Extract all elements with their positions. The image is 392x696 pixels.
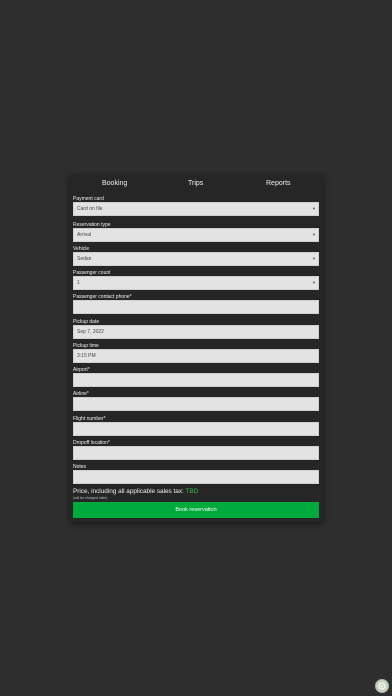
price-value: TBD	[185, 488, 199, 495]
tab-booking[interactable]: Booking	[102, 180, 127, 187]
help-button[interactable]	[375, 679, 389, 693]
reservation-type-value: Arrival	[77, 232, 92, 238]
chevron-down-icon: ▼	[312, 232, 316, 237]
pickup-time-field: Pickup time 3:15 PM	[73, 343, 319, 363]
flight-number-field: Flight number*	[73, 416, 319, 436]
passenger-count-value: 1	[77, 280, 80, 286]
pickup-date-field: Pickup date Sep 7, 2022	[73, 319, 319, 339]
reservation-type-select[interactable]: Arrival ▼	[73, 228, 319, 242]
pickup-date-input[interactable]: Sep 7, 2022	[73, 325, 319, 339]
airline-field: Airline*	[73, 391, 319, 411]
passenger-count-select[interactable]: 1 ▼	[73, 276, 319, 290]
reservation-type-field: Reservation type Arrival ▼	[73, 222, 319, 242]
vehicle-value: Sedan	[77, 256, 92, 262]
price-label: Price, including all applicable sales ta…	[73, 488, 184, 495]
pickup-time-input[interactable]: 3:15 PM	[73, 349, 319, 363]
dropoff-location-input[interactable]	[73, 446, 319, 460]
price-note: (will be charged later)	[73, 496, 108, 500]
chevron-down-icon: ▼	[312, 280, 316, 285]
chevron-down-icon: ▼	[312, 256, 316, 261]
help-icon	[378, 682, 386, 690]
vehicle-select[interactable]: Sedan ▼	[73, 252, 319, 266]
tab-reports[interactable]: Reports	[266, 180, 291, 187]
flight-number-input[interactable]	[73, 422, 319, 436]
airport-field: Airport*	[73, 367, 319, 387]
chevron-down-icon: ▼	[312, 206, 316, 211]
airline-input[interactable]	[73, 397, 319, 411]
contact-phone-field: Passenger contact phone*	[73, 294, 319, 314]
notes-input[interactable]	[73, 470, 319, 484]
notes-field: Notes	[73, 464, 319, 484]
price-line: Price, including all applicable sales ta…	[73, 488, 198, 495]
airport-input[interactable]	[73, 373, 319, 387]
contact-phone-input[interactable]	[73, 300, 319, 314]
passenger-count-field: Passenger count 1 ▼	[73, 270, 319, 290]
vehicle-field: Vehicle Sedan ▼	[73, 246, 319, 266]
booking-card: Booking Trips Reports Payment card Card …	[70, 174, 323, 522]
tab-trips[interactable]: Trips	[188, 180, 203, 187]
payment-card-select[interactable]: Card on file ▼	[73, 202, 319, 216]
book-reservation-button[interactable]: Book reservation	[73, 502, 319, 518]
payment-card-value: Card on file	[77, 206, 103, 212]
payment-card-field: Payment card Card on file ▼	[73, 196, 319, 216]
tab-bar: Booking Trips Reports	[70, 174, 323, 196]
dropoff-location-field: Dropoff location*	[73, 440, 319, 460]
